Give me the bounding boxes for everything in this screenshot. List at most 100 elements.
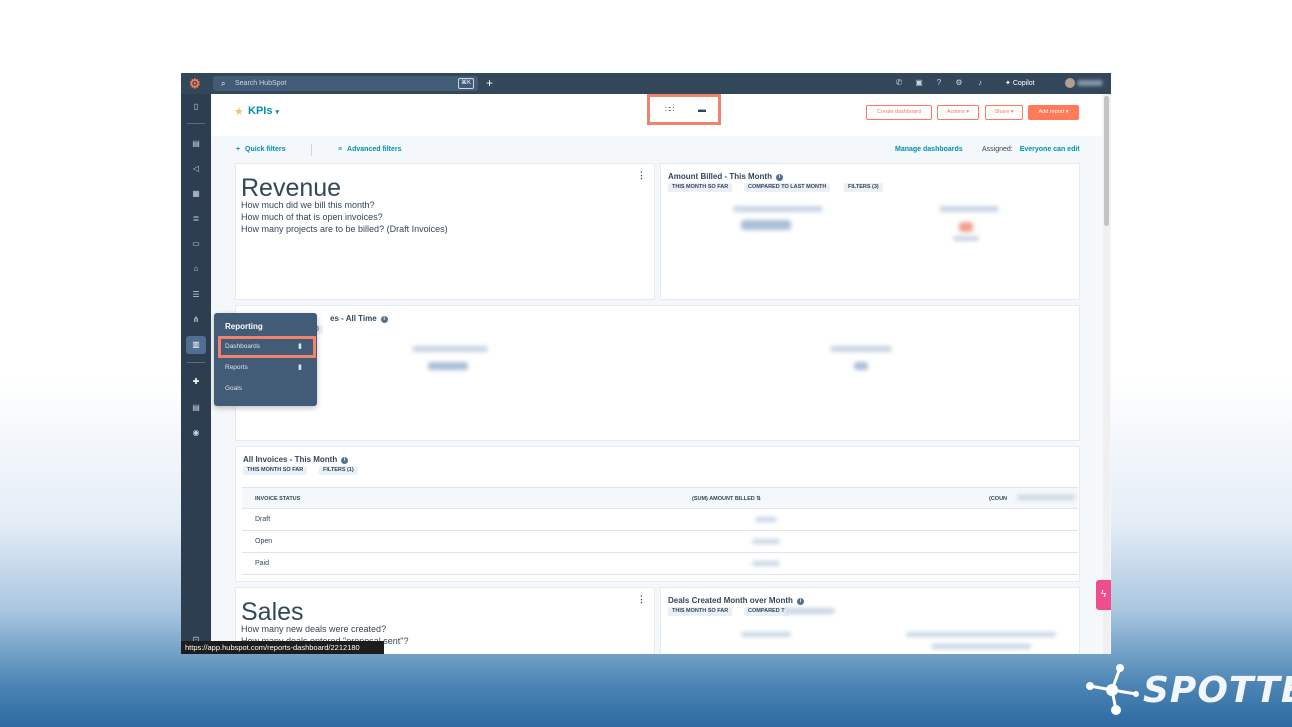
info-icon[interactable]: i [341,457,349,464]
dashboard-title: KPIs [248,105,273,117]
automation-icon[interactable]: ⋔ [190,314,202,326]
advanced-filters-label: Advanced filters [347,146,402,153]
copilot-button[interactable]: ✦ Copilot [1005,76,1035,91]
dashboards-highlight-box [218,336,316,358]
redacted-value [733,206,823,212]
card-menu-icon[interactable]: ⋮ [637,594,646,605]
marketplace-icon[interactable]: ▣ [913,77,925,89]
contacts-icon[interactable]: ▤ [190,138,202,150]
avatar[interactable] [1065,78,1075,88]
service-icon[interactable]: ⌂ [190,263,202,275]
scrollbar-thumb[interactable] [1104,96,1109,226]
redacted-value [931,644,1031,649]
assigned-info: Assigned: Everyone can edit [982,146,1080,153]
library-icon[interactable]: ▤ [190,402,202,414]
redacted-value [752,561,780,566]
search-shortcut: ⌘K [457,78,474,89]
invoice-status-cell: Paid [255,560,270,567]
table-header: INVOICE STATUS (SUM) AMOUNT BILLED ⇅ (CO… [242,487,1078,509]
copilot-label: Copilot [1012,80,1035,87]
reporting-menu-title: Reporting [225,322,263,331]
hubspot-logo-icon[interactable]: ⚙ [189,77,203,91]
reporting-flyout-menu: Reporting Dashboards ▮ Reports ▮ Goals [214,313,317,406]
share-button[interactable]: Share ▾ [985,105,1023,120]
menu-item-goals[interactable]: Goals [225,385,242,392]
commerce-icon[interactable]: ≣ [190,213,202,225]
redacted-value [939,206,999,212]
sales-icon[interactable]: ▭ [190,238,202,250]
column-header-count[interactable]: (COUN [989,496,1007,502]
dashboard-selector[interactable]: KPIs ▾ [248,105,279,117]
help-icon[interactable]: ? [933,77,945,89]
view-toggle[interactable]: ∷∷ ▬ [647,94,721,125]
menu-item-reports[interactable]: Reports [225,364,248,371]
revenue-question-2: How much of that is open invoices? [241,212,383,222]
hubspot-app-window: ⚙ ⌕ Search HubSpot ⌘K + ✆ ▣ ? ⚙ ♪ ✦ Copi… [181,73,1111,654]
all-invoices-card: All Invoices - This Month i THIS MONTH SO… [235,446,1080,582]
lightning-icon[interactable]: ϟ [1096,580,1111,610]
redacted-value [412,346,488,352]
filter-lines-icon: ≡ [338,146,343,153]
plus-icon: + [236,146,241,153]
date-range-tag[interactable]: THIS MONTH SO FAR [668,607,733,616]
redacted-value [1017,495,1075,500]
manage-dashboards-link[interactable]: Manage dashboards [895,146,963,153]
quick-filters-button[interactable]: + Quick filters [236,146,286,153]
reporting-icon: ▥ [192,340,200,349]
comments-icon[interactable]: ▬ [698,105,706,114]
filters-tag[interactable]: FILTERS (3) [844,183,883,192]
card-menu-icon[interactable]: ⋮ [637,170,646,181]
grid-view-icon[interactable]: ∷∷ [665,105,674,114]
spotter-watermark: SPOTTER [1143,670,1292,711]
all-invoices-title-text: All Invoices - This Month [243,455,338,464]
info-icon[interactable]: i [796,598,804,605]
column-header-amount-label: (SUM) AMOUNT BILLED [692,496,755,502]
sparkle-icon: ✦ [1005,80,1011,87]
bell-icon[interactable]: ♪ [974,77,986,89]
column-header-status[interactable]: INVOICE STATUS [255,496,300,502]
favorite-star-icon[interactable]: ★ [234,105,244,118]
redacted-value [752,539,780,544]
invoice-status-cell: Open [255,538,273,545]
dashboard-content: ★ KPIs ▾ ∷∷ ▬ Create dashboard Actions ▾… [212,94,1102,654]
column-header-amount[interactable]: (SUM) AMOUNT BILLED ⇅ [692,496,761,502]
create-dashboard-button[interactable]: Create dashboard [866,105,932,120]
content-icon[interactable]: ▦ [190,188,202,200]
bookmark-icon[interactable]: ▯ [190,101,202,113]
comparison-tag[interactable]: COMPARED T [744,607,789,616]
amount-billed-title-text: Amount Billed - This Month [668,172,772,181]
info-icon[interactable]: i [380,316,388,323]
app-marketplace-icon[interactable]: ◉ [190,427,202,439]
filters-tag[interactable]: FILTERS (1) [319,466,358,475]
assigned-value-link[interactable]: Everyone can edit [1020,146,1080,153]
date-range-tag[interactable]: THIS MONTH SO FAR [243,466,308,475]
search-input[interactable]: ⌕ Search HubSpot ⌘K [213,76,478,91]
page-scrollbar[interactable] [1103,94,1110,654]
table-row[interactable]: Open [242,531,1078,553]
search-placeholder: Search HubSpot [235,80,287,87]
add-report-button[interactable]: Add report ▾ [1028,105,1079,120]
advanced-filters-button[interactable]: ≡ Advanced filters [338,146,402,153]
revenue-question-3: How many projects are to be billed? (Dra… [241,224,448,234]
phone-icon[interactable]: ✆ [893,77,905,89]
sales-question-1: How many new deals were created? [241,624,387,634]
date-range-tag[interactable]: THIS MONTH SO FAR [668,183,733,192]
revenue-question-1: How much did we bill this month? [241,200,375,210]
info-icon[interactable]: i [775,174,783,181]
settings-icon[interactable]: ⚙ [953,77,965,89]
marketing-icon[interactable]: ◁ [190,163,202,175]
table-row[interactable]: Draft [242,509,1078,531]
breeze-icon[interactable]: ✚ [190,376,202,388]
table-row[interactable]: Paid [242,553,1078,575]
account-name-redacted[interactable] [1077,80,1103,86]
bookmark-icon[interactable]: ▮ [298,363,302,371]
global-top-bar: ⚙ ⌕ Search HubSpot ⌘K + ✆ ▣ ? ⚙ ♪ ✦ Copi… [181,73,1111,94]
create-new-button[interactable]: + [486,75,493,91]
spotter-molecule-logo [1086,664,1139,715]
comparison-tag[interactable]: COMPARED TO LAST MONTH [744,183,831,192]
quick-filters-label: Quick filters [245,146,286,153]
all-invoices-title: All Invoices - This Month i [243,455,349,464]
actions-button[interactable]: Actions ▾ [937,105,979,120]
assigned-label: Assigned: [982,146,1013,153]
data-management-icon[interactable]: ☰ [190,289,202,301]
